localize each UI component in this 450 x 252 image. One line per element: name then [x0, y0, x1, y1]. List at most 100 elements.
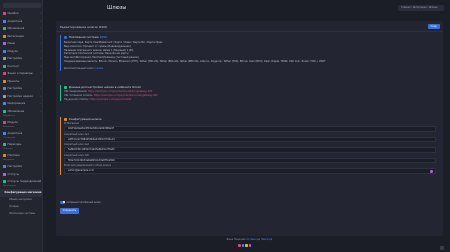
- chart-icon: [3, 19, 6, 23]
- gear-icon: [3, 165, 6, 169]
- sidebar-item-label: Настройки: [7, 87, 23, 91]
- card-icon: [3, 154, 6, 158]
- heart-icon: [248, 244, 251, 247]
- chevron-right-icon: ›: [39, 109, 41, 113]
- sidebar-item[interactable]: Обновления ›: [0, 25, 42, 33]
- save-top-button[interactable]: Сохр.: [428, 24, 440, 29]
- sidebar-subitem[interactable]: Общие настройки: [0, 197, 42, 204]
- sidebar-item[interactable]: Конфигурация магазина ›: [0, 189, 43, 197]
- callback-url-value[interactable]: https://example.com/payments/callback/ga…: [88, 90, 152, 93]
- password-manager-icon[interactable]: [429, 169, 433, 173]
- sidebar-item[interactable]: Пресеты ›: [0, 78, 42, 86]
- sidebar-item[interactable]: Статусы: [0, 170, 42, 178]
- chevron-right-icon: ›: [39, 72, 41, 76]
- chevron-right-icon: ›: [39, 42, 41, 46]
- license-term-link[interactable]: Навсегда: [261, 238, 272, 241]
- sidebar-item-label: Платежи: [7, 154, 20, 158]
- sidebar-item-label: Конфигурация магазина: [4, 191, 42, 195]
- sidebar-subitem[interactable]: Склады: [0, 203, 42, 210]
- flag-ru-icon[interactable]: [238, 244, 241, 247]
- sidebar-item[interactable]: Меню ›: [0, 40, 42, 48]
- sidebar-item-label: Обновление: [7, 109, 25, 113]
- sidebar-item[interactable]: Интеграция ›: [0, 33, 42, 41]
- chevron-right-icon: ›: [39, 79, 41, 83]
- file-icon: [3, 64, 6, 68]
- layers-icon: [3, 79, 6, 83]
- sidebar-item[interactable]: Настройки недели ›: [0, 93, 42, 101]
- payment-system-block: Платёжная система #400 Валютная пара: Ка…: [60, 35, 438, 71]
- sidebar-item[interactable]: Настройки ›: [0, 55, 42, 63]
- sidebar-item[interactable]: Настройки: [0, 163, 42, 171]
- sidebar-item[interactable]: Ошибки ›: [0, 10, 42, 18]
- brand-logo[interactable]: [3, 3, 41, 8]
- download-icon: [3, 109, 6, 113]
- sidebar-item[interactable]: Аналитика ›: [0, 18, 42, 26]
- chevron-right-icon: ›: [39, 34, 41, 38]
- sidebar-item-label: Пресеты: [7, 79, 20, 83]
- sidebar-item-label: Аналитика: [7, 19, 23, 23]
- sidebar-item[interactable]: Статусы подразделений: [0, 178, 42, 186]
- callback-url-label: URL Успешной оплаты:: [64, 93, 94, 97]
- sidebar-item[interactable]: Настройки ›: [0, 85, 42, 93]
- top-bar: Шлюзы Главная › Интеграции › Шлюзы: [43, 0, 450, 17]
- save-button[interactable]: Сохранить: [60, 208, 79, 214]
- globe-icon: [3, 72, 6, 76]
- license-status-link[interactable]: Активна: [246, 238, 256, 241]
- tag-icon: [3, 172, 6, 176]
- callback-url-label: URL Уведомления:: [64, 90, 88, 93]
- sidebar-subitem[interactable]: Платежные системы: [0, 210, 42, 217]
- breadcrumb[interactable]: Главная › Интеграции › Шлюзы: [398, 4, 444, 11]
- active-gateway-toggle[interactable]: [60, 201, 65, 204]
- sidebar-item[interactable]: Модули: [0, 119, 42, 127]
- card-header: Редактирование шлюза #400 Сохр.: [56, 21, 443, 32]
- chevron-right-icon: ›: [39, 87, 41, 91]
- callback-url-label: Неудачной оплаты:: [64, 97, 90, 101]
- sidebar-item[interactable]: Обновление ›: [0, 108, 42, 116]
- sidebar-item-label: Контент: [7, 64, 19, 68]
- plug-icon: [3, 34, 6, 38]
- sidebar-item-label: Модули: [7, 49, 19, 53]
- scroll-top-button[interactable]: [440, 246, 444, 250]
- config-field-input[interactable]: a9f31c2e7d884b50b6e41f29c07d5a13: [64, 136, 436, 142]
- chevron-right-icon: ›: [39, 102, 41, 106]
- config-field-input[interactable]: 5e8b2d40c19f4a77a0d3e6b91c2f7a05: [64, 147, 436, 153]
- flag-en-icon[interactable]: [241, 244, 244, 247]
- sidebar-item[interactable]: Информация ›: [0, 100, 42, 108]
- payment-system-title: Платёжная система #400: [64, 35, 438, 40]
- callback-url-value[interactable]: https://example.com/payments/success/gat…: [94, 94, 158, 97]
- sidebar-item[interactable]: Переходы: [0, 141, 42, 149]
- sidebar-item[interactable]: Аналитика: [0, 130, 42, 138]
- sidebar-item-label: Модули: [7, 120, 19, 124]
- gear-icon: [3, 57, 6, 61]
- refresh-icon: [3, 27, 6, 31]
- key-icon: [64, 117, 67, 121]
- chart-icon: [3, 131, 6, 135]
- gateway-config-block: Конфигурация шлюза ID Магазина 0d2f1bd4e2…: [60, 117, 438, 175]
- flag-ua-icon[interactable]: [245, 244, 248, 247]
- sidebar-item-label: Статусы подразделений: [7, 180, 42, 184]
- sidebar-item[interactable]: Языки и переводы ›: [0, 70, 42, 78]
- footer: Ваша Лицензия Активна до Навсегда: [226, 238, 273, 241]
- chevron-right-icon: ›: [39, 49, 41, 53]
- sidebar-item-label: Настройки: [7, 165, 23, 169]
- sidebar-item-label: Информация: [7, 102, 26, 106]
- card-title: Редактирование шлюза #400: [60, 24, 107, 29]
- config-field-input[interactable]: 0d2f1bd4e2b24f19a3d0c2a6b1f08e47: [64, 126, 436, 132]
- active-gateway-toggle-row: Активный платёжный шлюз: [60, 201, 101, 204]
- config-field-input[interactable]: admin@example.com: [64, 168, 436, 174]
- sidebar-item-label: Переходы: [7, 143, 22, 147]
- sidebar-item-label: Интеграция: [7, 34, 24, 38]
- gateway-setup-block: Данные для настройки шлюза в кабинете Оп…: [60, 85, 438, 102]
- extra-gateway-link[interactable]: ссылка: [94, 67, 103, 70]
- sidebar-item[interactable]: Контент ›: [0, 63, 42, 71]
- chevron-right-icon: ›: [39, 27, 41, 31]
- chevron-right-icon: ›: [39, 64, 41, 68]
- link-icon: [64, 85, 67, 89]
- sidebar-item[interactable]: Модули ›: [0, 48, 42, 56]
- chevron-right-icon: ›: [41, 191, 43, 195]
- callback-url-value[interactable]: https://example.com/payments/fail: [89, 98, 131, 101]
- gateway-id-link[interactable]: #400: [99, 35, 107, 39]
- config-field-input[interactable]: f04a7c91d2b34e6a8b5c1d0e9f72a3b6: [64, 157, 436, 163]
- chevron-right-icon: ›: [39, 19, 41, 23]
- sidebar: Ошибки › Аналитика › Обновления › Интеграция › М…: [0, 0, 43, 252]
